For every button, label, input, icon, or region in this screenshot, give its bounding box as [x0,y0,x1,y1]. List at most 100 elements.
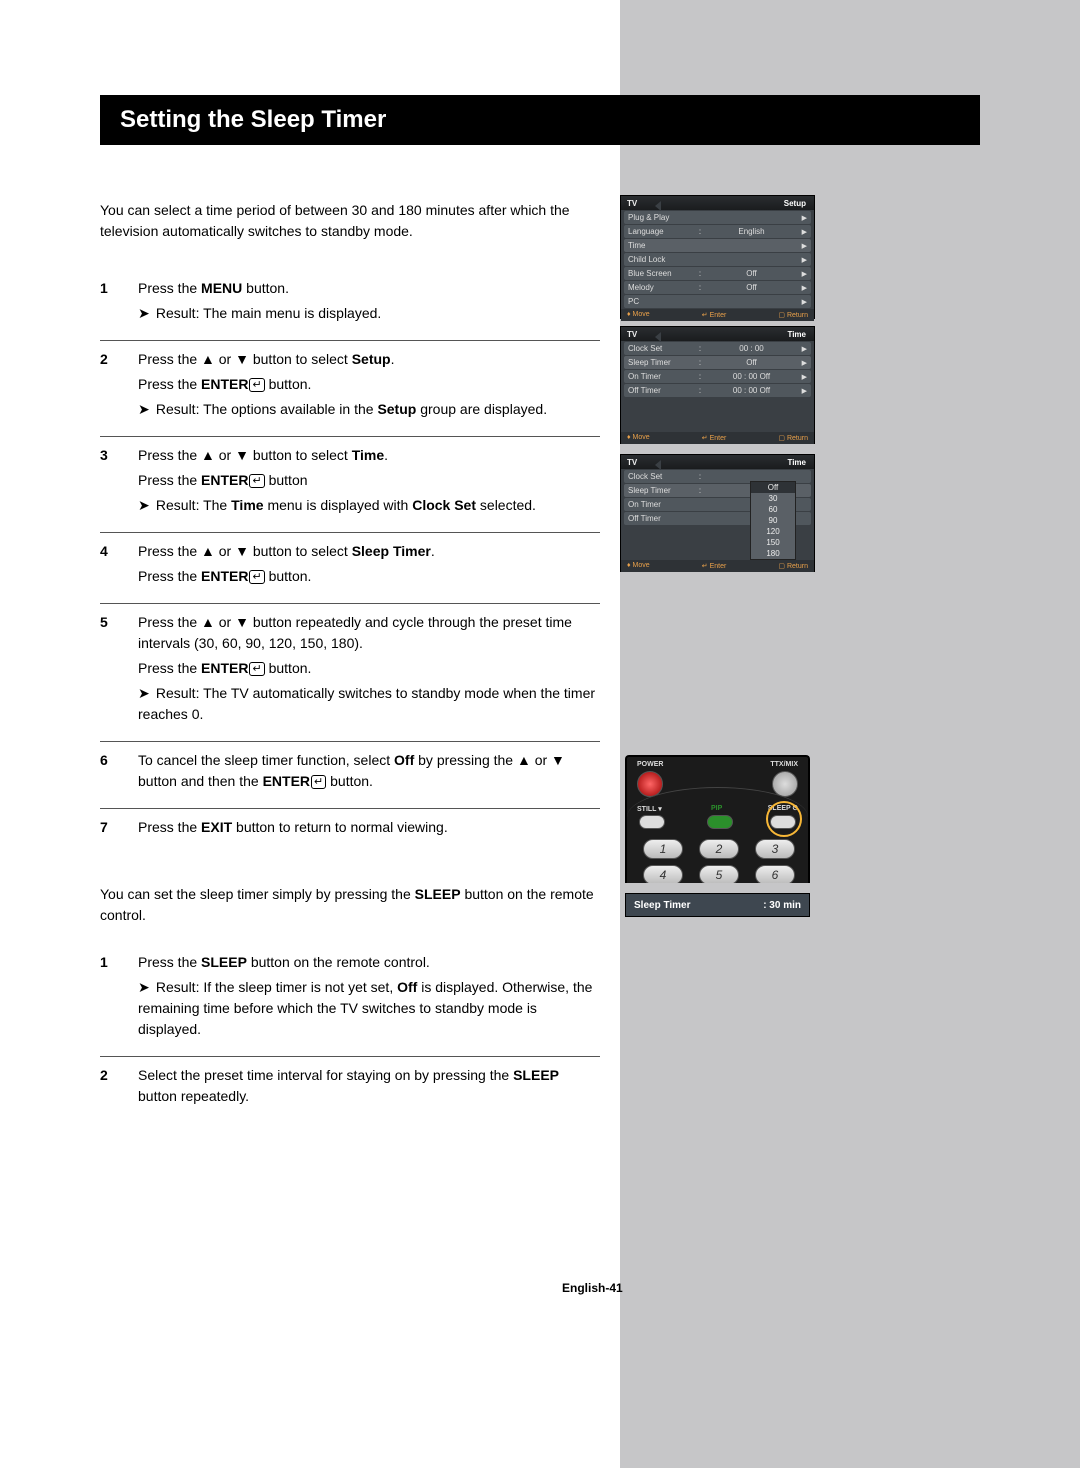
osd-drop-option: 180 [751,548,795,559]
remote-power-label: POWER [637,761,663,768]
step-line: Press the ENTER↵ button [138,470,600,491]
steps-main: 1 Press the MENU button.➤ Result: The mai… [100,270,600,854]
step-line: Select the preset time interval for stay… [138,1065,600,1107]
osd-row: Plug & Play▶ [624,211,811,224]
osd-row: Melody:Off▶ [624,281,811,294]
step-number: 3 [100,445,118,520]
osd-drop-option: Off [751,482,795,493]
step-line: Press the ENTER↵ button. [138,374,600,395]
remote-image: POWER TTX/MIX STILL ▾ PIP SLEEP ⏲ 1 2 3 … [625,755,810,883]
simple-intro: You can set the sleep timer simply by pr… [100,884,600,926]
step: 5 Press the ▲ or ▼ button repeatedly and … [100,604,600,742]
osd-row: Child Lock▶ [624,253,811,266]
step: 2 Select the preset time interval for sta… [100,1057,600,1123]
sleep-bar-value: : 30 min [763,900,801,911]
step-number: 4 [100,541,118,591]
step-line: Press the ▲ or ▼ button repeatedly and c… [138,612,600,654]
step-line: Press the ▲ or ▼ button to select Time. [138,445,600,466]
step-number: 2 [100,1065,118,1111]
step-line: Press the EXIT button to return to norma… [138,817,600,838]
step: 3 Press the ▲ or ▼ button to select Time.… [100,437,600,533]
osd2-move: ♦ Move [627,434,650,442]
osd3-tv: TV [621,458,661,467]
osd3-enter: ↵ Enter [702,562,727,570]
step-result: ➤ Result: The options available in the S… [138,399,600,420]
osd1-return: ▢ Return [778,311,808,319]
step: 1 Press the SLEEP button on the remote co… [100,944,600,1057]
step-number: 1 [100,278,118,328]
remote-still-button[interactable] [639,815,665,829]
step-number: 6 [100,750,118,796]
osd-row: Sleep Timer:Off▶ [624,356,811,369]
step-body: Press the SLEEP button on the remote con… [138,952,600,1044]
remote-num-2[interactable]: 2 [699,839,739,859]
step-result: ➤ Result: If the sleep timer is not yet … [138,977,600,1040]
step-line: Press the SLEEP button on the remote con… [138,952,600,973]
step: 7 Press the EXIT button to return to norm… [100,809,600,854]
osd-setup: TV Setup Plug & Play▶Language:English▶Ti… [620,195,815,319]
osd-time: TV Time Clock Set:00 : 00▶Sleep Timer:Of… [620,326,815,444]
step-number: 1 [100,952,118,1044]
page: Setting the Sleep Timer You can select a… [0,0,1080,1468]
osd1-tv: TV [621,199,661,208]
step: 2Press the ▲ or ▼ button to select Setup… [100,341,600,437]
step: 1 Press the MENU button.➤ Result: The mai… [100,270,600,341]
step-body: Press the ▲ or ▼ button to select Sleep … [138,541,600,591]
remote-num-3[interactable]: 3 [755,839,795,859]
osd-drop-option: 150 [751,537,795,548]
step: 6 To cancel the sleep timer function, sel… [100,742,600,809]
sleep-highlight-circle [766,801,802,837]
osd-drop-option: 120 [751,526,795,537]
remote-still-label: STILL ▾ [637,805,662,813]
osd2-title: Time [661,330,814,339]
osd-row: On Timer:00 : 00 Off▶ [624,370,811,383]
step-body: Press the MENU button.➤ Result: The main… [138,278,600,328]
step-body: Press the ▲ or ▼ button to select Time. P… [138,445,600,520]
remote-num-6[interactable]: 6 [755,865,795,883]
step-line: Press the ENTER↵ button. [138,566,600,587]
osd3-return: ▢ Return [778,562,808,570]
osd-row: Time▶ [624,239,811,252]
osd-row: PC▶ [624,295,811,308]
step-result: ➤ Result: The Time menu is displayed wit… [138,495,600,516]
osd2-tv: TV [621,330,661,339]
osd-drop-option: 60 [751,504,795,515]
remote-pip-button[interactable] [707,815,733,829]
step-body: Press the ▲ or ▼ button to select Setup.… [138,349,600,424]
osd2-return: ▢ Return [778,434,808,442]
remote-pip-label: PIP [711,805,722,812]
step-line: Press the ▲ or ▼ button to select Setup. [138,349,600,370]
remote-num-5[interactable]: 5 [699,865,739,883]
osd-row: Language:English▶ [624,225,811,238]
step-body: To cancel the sleep timer function, sele… [138,750,600,796]
page-footer: English-41 [562,1281,623,1295]
remote-ttxmix-label: TTX/MIX [770,761,798,768]
sleep-timer-bar: Sleep Timer : 30 min [625,893,810,917]
osd1-enter: ↵ Enter [702,311,727,319]
step-number: 7 [100,817,118,842]
osd-drop-option: 90 [751,515,795,526]
remote-num-1[interactable]: 1 [643,839,683,859]
osd-time-drop: TV Time Clock Set:Sleep Timer:On TimerOf… [620,454,815,572]
step-line: To cancel the sleep timer function, sele… [138,750,600,792]
osd3-title: Time [661,458,814,467]
step-line: Press the MENU button. [138,278,600,299]
osd-row: Blue Screen:Off▶ [624,267,811,280]
osd-row: Clock Set:00 : 00▶ [624,342,811,355]
osd1-title: Setup [661,199,814,208]
content-column: You can select a time period of between … [100,200,600,1123]
step-body: Press the ▲ or ▼ button repeatedly and c… [138,612,600,729]
step-body: Press the EXIT button to return to norma… [138,817,600,842]
osd3-dropdown: Off306090120150180 [750,481,796,560]
step-line: Press the ENTER↵ button. [138,658,600,679]
remote-num-4[interactable]: 4 [643,865,683,883]
intro-text: You can select a time period of between … [100,200,600,242]
sleep-bar-label: Sleep Timer [634,900,763,911]
step-body: Select the preset time interval for stay… [138,1065,600,1111]
osd3-move: ♦ Move [627,562,650,570]
step-number: 5 [100,612,118,729]
step-result: ➤ Result: The TV automatically switches … [138,683,600,725]
osd2-enter: ↵ Enter [702,434,727,442]
steps-simple: 1 Press the SLEEP button on the remote co… [100,944,600,1123]
title-bar: Setting the Sleep Timer [100,95,980,145]
